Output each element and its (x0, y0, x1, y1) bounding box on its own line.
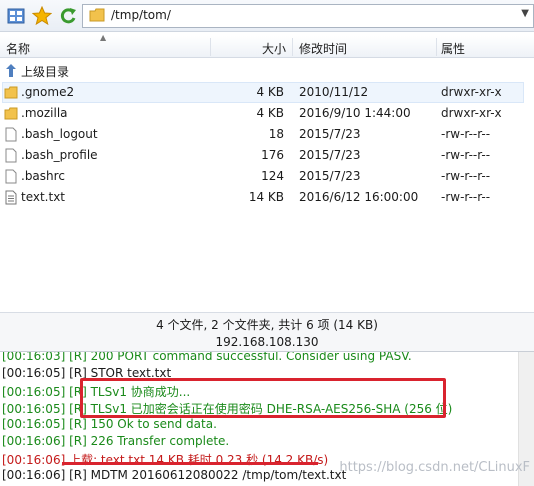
file-date: 2015/7/23 (299, 127, 361, 141)
status-bar: 4 个文件, 2 个文件夹, 共计 6 项 (14 KB) (0, 312, 534, 334)
file-icon (5, 127, 17, 142)
highlight-underline (62, 462, 318, 465)
file-date: 2016/6/12 16:00:00 (299, 190, 419, 204)
column-attributes[interactable]: 属性 (441, 40, 465, 57)
file-name: text.txt (21, 190, 66, 204)
watermark: https://blog.csdn.net/CLinuxF (339, 460, 530, 475)
file-size: 4 KB (256, 106, 284, 120)
list-item-parent[interactable]: 上级目录 (0, 60, 534, 81)
list-item-bash-profile[interactable]: .bash_profile 176 2015/7/23 -rw-r--r-- (0, 145, 534, 166)
file-permissions: -rw-r--r-- (441, 169, 491, 183)
list-item-mozilla[interactable]: .mozilla 4 KB 2016/9/10 1:44:00 drwxr-xr… (0, 103, 534, 124)
file-permissions: -rw-r--r-- (441, 148, 491, 162)
list-item-bashrc[interactable]: .bashrc 124 2015/7/23 -rw-r--r-- (0, 166, 534, 187)
list-item-gnome2[interactable]: .gnome2 4 KB 2010/11/12 drwxr-xr-x (0, 82, 534, 103)
file-name: 上级目录 (21, 65, 70, 79)
folder-icon (4, 86, 18, 99)
text-file-icon (5, 190, 17, 205)
log-line: [00:16:03] [R] 200 PORT command successf… (2, 352, 412, 363)
file-name: .bashrc (21, 169, 65, 183)
log-line: [00:16:05] [R] 150 Ok to send data. (2, 417, 217, 431)
path-input[interactable]: /tmp/tom/ ▼ (82, 4, 534, 28)
chevron-down-icon[interactable]: ▼ (521, 8, 529, 19)
file-permissions: drwxr-xr-x (441, 106, 502, 120)
column-size[interactable]: 大小 (262, 40, 286, 57)
file-size: 18 (268, 127, 284, 141)
folder-icon (4, 107, 18, 120)
up-folder-icon (6, 64, 16, 77)
file-name: .bash_logout (21, 127, 98, 141)
folder-icon (89, 8, 105, 22)
file-size: 14 KB (248, 190, 284, 204)
file-permissions: drwxr-xr-x (441, 85, 502, 99)
column-name[interactable]: 名称 (6, 40, 30, 57)
file-list-header: ▲ 名称 大小 修改时间 属性 (0, 33, 534, 58)
log-line: [00:16:06] 上载: text.txt 14 KB 耗时 0.23 秒 … (2, 453, 329, 467)
file-icon (5, 169, 17, 184)
file-date: 2015/7/23 (299, 169, 361, 183)
star-icon[interactable] (32, 6, 52, 26)
highlight-box (80, 378, 446, 418)
file-name: .mozilla (21, 106, 68, 120)
file-size: 4 KB (256, 85, 284, 99)
file-size: 124 (261, 169, 284, 183)
file-size: 176 (261, 148, 284, 162)
list-item-text-txt[interactable]: text.txt 14 KB 2016/6/12 16:00:00 -rw-r-… (0, 187, 534, 208)
log-line: [00:16:06] [R] 226 Transfer complete. (2, 434, 230, 448)
file-icon (5, 148, 17, 163)
file-date: 2010/11/12 (299, 85, 369, 99)
list-item-bash-logout[interactable]: .bash_logout 18 2015/7/23 -rw-r--r-- (0, 124, 534, 145)
host-address: 192.168.108.130 (0, 334, 534, 352)
sort-indicator-icon: ▲ (100, 33, 107, 42)
file-name: .bash_profile (21, 148, 98, 162)
file-date: 2015/7/23 (299, 148, 361, 162)
file-name: .gnome2 (21, 85, 75, 99)
file-permissions: -rw-r--r-- (441, 190, 491, 204)
toolbar: /tmp/tom/ ▼ (0, 0, 534, 32)
log-line: [00:16:06] [R] MDTM 20160612080022 /tmp/… (2, 468, 347, 482)
file-date: 2016/9/10 1:44:00 (299, 106, 411, 120)
refresh-icon[interactable] (58, 6, 78, 26)
path-text: /tmp/tom/ (111, 8, 171, 22)
file-permissions: -rw-r--r-- (441, 127, 491, 141)
view-icon[interactable] (6, 6, 26, 26)
column-modified[interactable]: 修改时间 (299, 40, 347, 57)
